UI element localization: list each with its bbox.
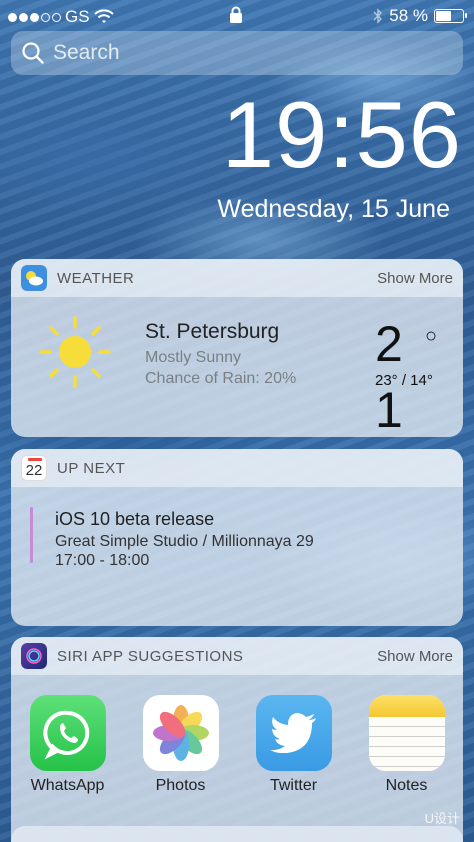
search-input[interactable]: Search	[53, 41, 120, 65]
carrier-label: GS	[65, 7, 90, 26]
weather-app-icon	[21, 265, 47, 291]
weather-widget[interactable]: WEATHER Show More St. Petersburg Mostly …	[11, 259, 463, 437]
weather-condition: Mostly Sunny	[145, 349, 242, 366]
sunny-icon	[39, 316, 111, 388]
weather-degree-symbol: ○	[425, 325, 438, 347]
siri-widget-header: SIRI APP SUGGESTIONS Show More	[11, 637, 463, 675]
up-next-widget-title: UP NEXT	[57, 459, 126, 477]
bluetooth-icon	[373, 8, 383, 24]
twitter-icon[interactable]	[255, 695, 332, 771]
app-label: Photos	[155, 777, 206, 794]
up-next-widget[interactable]: 22 UP NEXT iOS 10 beta release Great Sim…	[11, 449, 463, 626]
watermark: U设计	[424, 811, 460, 826]
app-whatsapp[interactable]: WhatsApp	[11, 695, 124, 795]
lock-icon	[230, 6, 242, 23]
weather-widget-header: WEATHER Show More	[11, 259, 463, 297]
lock-screen-time: 19:56	[221, 82, 462, 187]
weather-city: St. Petersburg	[145, 320, 280, 343]
siri-suggestions-widget[interactable]: SIRI APP SUGGESTIONS Show More WhatsApp	[11, 637, 463, 842]
search-bar[interactable]: Search	[11, 31, 463, 75]
wifi-icon	[93, 9, 114, 23]
whatsapp-icon[interactable]	[29, 695, 106, 771]
app-notes[interactable]: Notes	[350, 695, 463, 795]
weather-temperature-digit-1: 2	[375, 316, 403, 372]
calendar-app-icon: 22	[21, 455, 47, 481]
battery-percent: 58 %	[389, 6, 428, 25]
app-label: WhatsApp	[30, 777, 105, 794]
calendar-day: 22	[25, 462, 43, 479]
app-label: Notes	[385, 777, 428, 794]
event-time: 17:00 - 18:00	[55, 552, 150, 569]
app-photos[interactable]: Photos	[124, 695, 237, 795]
app-label: Twitter	[269, 777, 318, 794]
weather-widget-title: WEATHER	[57, 269, 135, 287]
notes-icon[interactable]	[368, 695, 445, 771]
event-title[interactable]: iOS 10 beta release	[55, 509, 214, 530]
photos-icon[interactable]	[142, 695, 219, 771]
weather-rain-chance: Chance of Rain: 20%	[145, 370, 297, 387]
weather-show-more-button[interactable]: Show More	[377, 270, 453, 287]
suggested-apps-row: WhatsApp Photos Twitter Notes	[11, 695, 463, 795]
search-icon	[22, 42, 44, 64]
battery-icon	[434, 9, 467, 23]
siri-widget-title: SIRI APP SUGGESTIONS	[57, 647, 244, 665]
siri-show-more-button[interactable]: Show More	[377, 648, 453, 665]
lock-screen-date: Wednesday, 15 June	[217, 195, 450, 223]
event-location: Great Simple Studio / Millionnaya 29	[55, 533, 314, 550]
signal-strength-icon	[8, 12, 61, 22]
siri-icon	[21, 643, 47, 669]
app-twitter[interactable]: Twitter	[237, 695, 350, 795]
next-widget-peek	[11, 826, 463, 842]
up-next-widget-header: 22 UP NEXT	[11, 449, 463, 487]
status-bar: GS 58 %	[0, 0, 474, 32]
event-color-bar	[30, 507, 33, 563]
weather-temperature-digit-2: 1	[375, 382, 403, 437]
